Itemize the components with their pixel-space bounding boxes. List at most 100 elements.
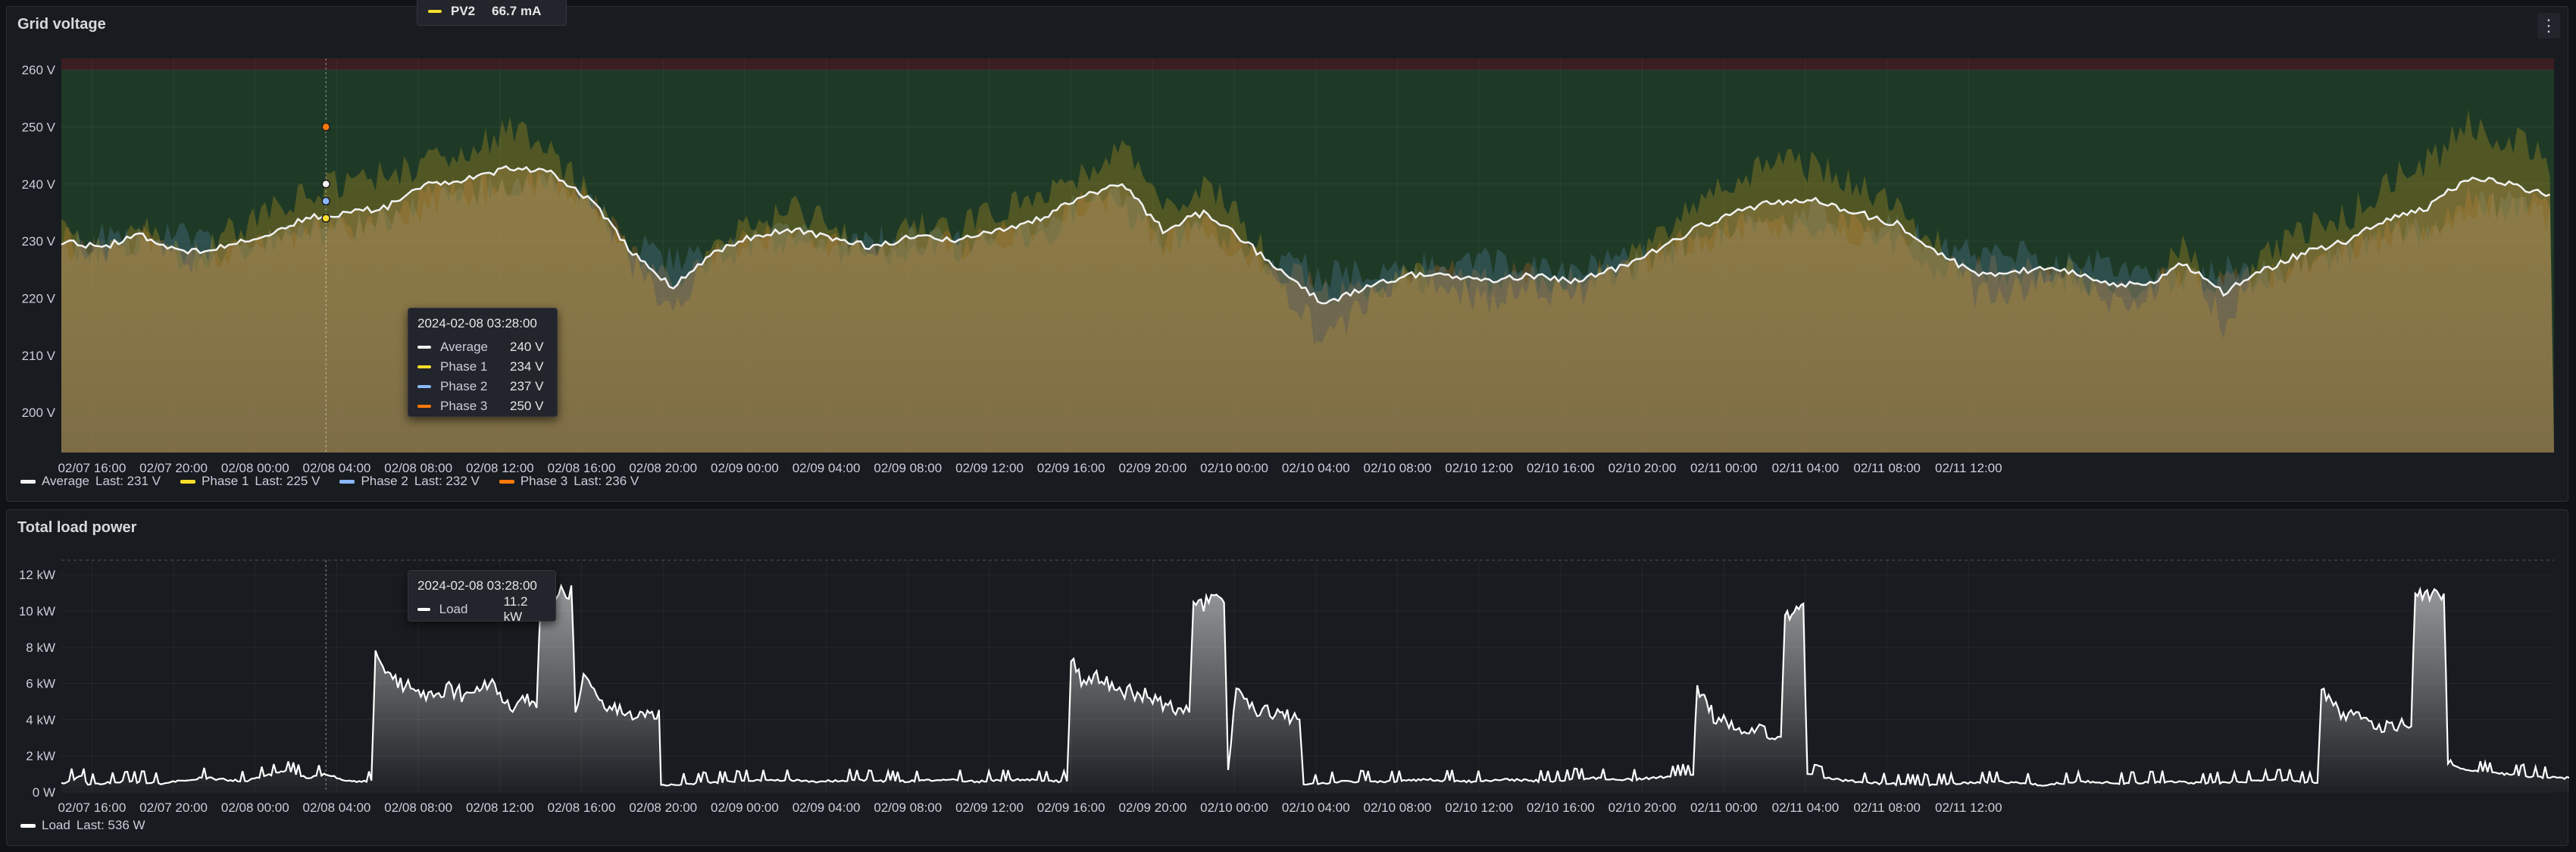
x-tick-label: 02/11 00:00 [1690, 461, 1758, 475]
x-tick-label: 02/09 00:00 [711, 461, 779, 475]
tooltip-row: Load 11.2 kW [417, 594, 546, 624]
legend-last: Last: 231 V [95, 474, 161, 488]
grid-voltage-legend: Average Last: 231 V Phase 1 Last: 225 V Phas… [20, 474, 639, 489]
tooltip-series-value: 250 V [510, 399, 544, 413]
x-tick-label: 02/09 12:00 [955, 461, 1024, 475]
legend-name: Load [42, 818, 70, 832]
grid-voltage-tooltip: 2024-02-08 03:28:00 Average 240 V Phase 1 2… [408, 308, 558, 417]
x-tick-label: 02/09 12:00 [955, 800, 1024, 815]
y-tick-label: 220 V [22, 292, 56, 306]
x-tick-label: 02/08 20:00 [629, 800, 697, 815]
x-tick-label: 02/07 16:00 [58, 800, 126, 815]
x-tick-label: 02/10 16:00 [1527, 461, 1595, 475]
x-tick-label: 02/11 04:00 [1772, 461, 1840, 475]
x-tick-label: 02/11 12:00 [1935, 461, 2002, 475]
x-tick-label: 02/10 12:00 [1445, 800, 1513, 815]
hover-point-phase3 [321, 122, 330, 132]
pv2-value: 66.7 mA [492, 4, 542, 18]
legend-last: Last: 536 W [76, 818, 145, 832]
y-tick-label: 10 kW [19, 604, 55, 619]
voltage_panel-legend-item[interactable]: Phase 3 Last: 236 V [499, 474, 639, 489]
x-tick-label: 02/11 04:00 [1772, 800, 1840, 815]
y-tick-label: 260 V [22, 63, 56, 77]
tooltip-series-name: Phase 2 [440, 379, 488, 393]
y-tick-label: 0 W [33, 785, 55, 800]
x-tick-label: 02/08 16:00 [548, 800, 616, 815]
x-tick-label: 02/09 08:00 [874, 461, 942, 475]
x-tick-label: 02/08 00:00 [221, 800, 289, 815]
y-tick-label: 2 kW [26, 749, 55, 763]
x-tick-label: 02/11 00:00 [1690, 800, 1758, 815]
y-tick-label: 8 kW [26, 641, 55, 655]
tooltip-row: Phase 2 237 V [417, 377, 548, 396]
x-tick-label: 02/10 00:00 [1200, 800, 1268, 815]
y-tick-label: 4 kW [26, 713, 55, 727]
x-tick-label: 02/09 00:00 [711, 800, 779, 815]
tooltip-time: 2024-02-08 03:28:00 [417, 316, 537, 330]
tooltip-swatch [417, 608, 430, 611]
tooltip-series-name: Load [439, 602, 468, 616]
x-tick-label: 02/11 08:00 [1853, 461, 1921, 475]
voltage_panel-legend-item[interactable]: Phase 1 Last: 225 V [180, 474, 320, 489]
pv2-swatch [428, 10, 442, 13]
legend-swatch [20, 479, 36, 484]
legend-name: Average [42, 474, 90, 488]
tooltip-series-value: 11.2 kW [503, 594, 528, 624]
tooltip-series-value: 240 V [510, 340, 544, 354]
grid-voltage-panel: Grid voltage ⋮ 200 V 210 V 220 V 230 V 240 V… [6, 6, 2568, 502]
y-tick-label: 230 V [22, 234, 56, 249]
voltage_panel-legend-item[interactable]: Phase 2 Last: 232 V [339, 474, 480, 489]
tooltip-row: Phase 1 234 V [417, 357, 548, 377]
x-tick-label: 02/11 12:00 [1935, 800, 2002, 815]
x-tick-label: 02/08 08:00 [384, 800, 452, 815]
tooltip-series-value: 237 V [510, 379, 544, 393]
grid-voltage-chart[interactable]: 200 V210 V220 V230 V240 V250 V260 V02/07… [7, 7, 2569, 503]
x-tick-label: 02/09 16:00 [1037, 800, 1105, 815]
x-tick-label: 02/09 16:00 [1037, 461, 1105, 475]
y-tick-label: 250 V [22, 120, 56, 134]
legend-last: Last: 232 V [414, 474, 480, 488]
x-tick-label: 02/08 20:00 [629, 461, 697, 475]
load_panel-legend-item[interactable]: Load Last: 536 W [20, 818, 145, 833]
total-load-panel: Total load power 0 W2 kW 4 kW 6 kW 8 kW 10 k… [6, 509, 2569, 847]
total-load-tooltip: 2024-02-08 03:28:00 Load 11.2 kW [408, 570, 556, 624]
tooltip-swatch [417, 405, 431, 408]
y-tick-label: 6 kW [26, 677, 55, 691]
legend-last: Last: 225 V [255, 474, 320, 488]
pv2-label: PV2 [451, 4, 476, 18]
legend-name: Phase 1 [202, 474, 249, 488]
x-tick-label: 02/08 12:00 [466, 800, 534, 815]
tooltip-swatch [417, 385, 431, 388]
x-tick-label: 02/10 04:00 [1282, 800, 1350, 815]
x-tick-label: 02/09 20:00 [1118, 800, 1186, 815]
y-tick-label: 210 V [22, 349, 56, 363]
x-tick-label: 02/09 08:00 [874, 800, 942, 815]
x-tick-label: 02/10 08:00 [1364, 461, 1432, 475]
x-tick-label: 02/10 16:00 [1527, 800, 1595, 815]
x-tick-label: 02/09 20:00 [1118, 461, 1186, 475]
voltage_panel-legend-item[interactable]: Average Last: 231 V [20, 474, 161, 489]
y-tick-label: 200 V [22, 406, 56, 420]
x-tick-label: 02/11 08:00 [1853, 800, 1921, 815]
x-tick-label: 02/08 04:00 [303, 800, 371, 815]
hover-point-average [321, 180, 330, 189]
pv2-tooltip: PV2 66.7 mA [417, 0, 567, 26]
tooltip-series-value: 234 V [510, 359, 544, 374]
threshold-zone [61, 58, 2554, 70]
total-load-chart[interactable]: 0 W 2 kW 4 kW 6 kW 8 kW 10 kW 12 kW 02/07 16:00… [7, 510, 2569, 847]
x-tick-label: 02/09 04:00 [792, 461, 861, 475]
tooltip-time: 2024-02-08 03:28:00 [417, 578, 537, 593]
x-tick-label: 02/07 20:00 [139, 800, 208, 815]
legend-swatch [180, 479, 196, 484]
legend-swatch [339, 479, 355, 484]
legend-name: Phase 3 [520, 474, 568, 488]
x-tick-label: 02/10 12:00 [1445, 461, 1513, 475]
tooltip-series-name: Phase 3 [440, 399, 488, 413]
x-tick-label: 02/10 08:00 [1364, 800, 1432, 815]
legend-name: Phase 2 [361, 474, 408, 488]
y-tick-label: 12 kW [19, 568, 55, 582]
legend-last: Last: 236 V [574, 474, 639, 488]
tooltip-row: Average 240 V [417, 337, 548, 357]
y-tick-label: 240 V [22, 177, 56, 192]
tooltip-row: Phase 3 250 V [417, 396, 548, 416]
